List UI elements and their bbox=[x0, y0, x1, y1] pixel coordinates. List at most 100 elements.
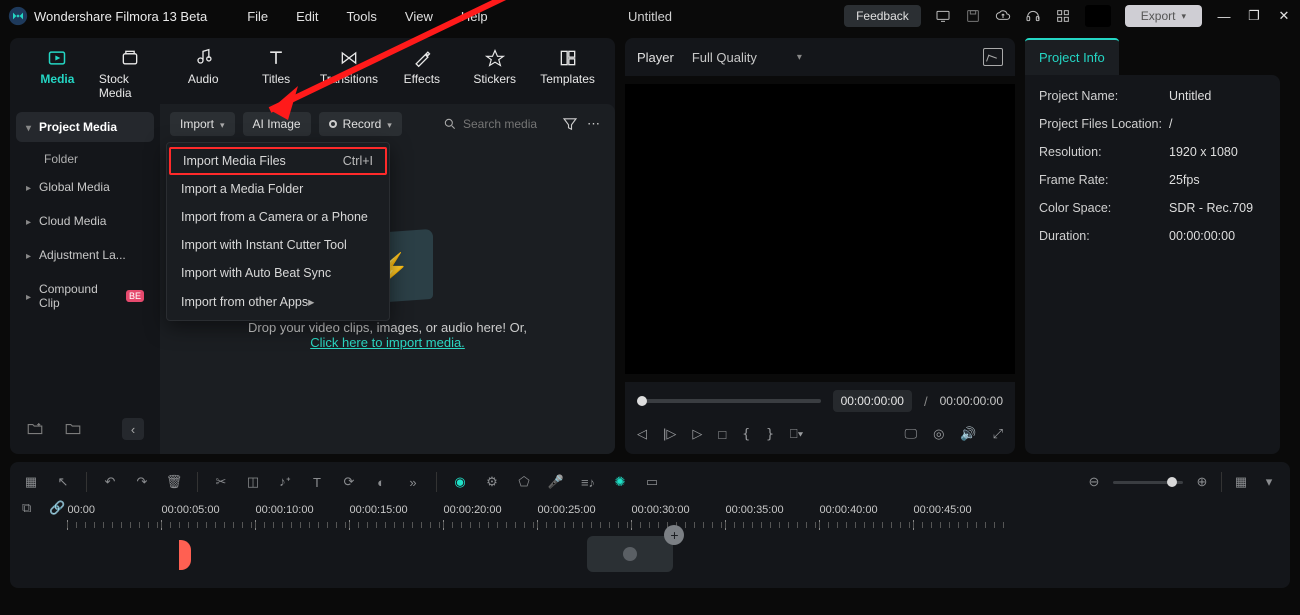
import-instant-cutter-item[interactable]: Import with Instant Cutter Tool bbox=[167, 231, 389, 259]
zoom-slider[interactable] bbox=[1113, 481, 1183, 484]
fullscreen-icon[interactable]: ⤢ bbox=[993, 426, 1003, 442]
ratio-icon[interactable]: ▭ bbox=[643, 474, 661, 490]
zoom-out-icon[interactable]: ⊖ bbox=[1085, 474, 1103, 490]
play-icon[interactable]: ▷ bbox=[692, 426, 702, 442]
cloud-upload-icon[interactable] bbox=[995, 8, 1011, 24]
marker-shield-icon[interactable]: ⬠ bbox=[515, 474, 533, 490]
filter-icon[interactable] bbox=[561, 115, 579, 133]
import-button[interactable]: Import bbox=[170, 112, 235, 136]
track-manager-icon[interactable]: ⧉ bbox=[22, 500, 31, 516]
collapse-sidebar-button[interactable]: ‹ bbox=[122, 418, 144, 440]
apps-grid-icon[interactable] bbox=[1055, 8, 1071, 24]
sidebar-item-adjustment-layer[interactable]: Adjustment La... bbox=[16, 240, 154, 270]
import-media-files-item[interactable]: Import Media FilesCtrl+I bbox=[169, 147, 387, 175]
link-icon[interactable]: 🔗 bbox=[49, 500, 65, 516]
step-back-icon[interactable]: |▷ bbox=[663, 426, 676, 442]
split-icon[interactable]: ✂ bbox=[212, 474, 230, 490]
settings-gear-icon[interactable]: ⚙ bbox=[483, 474, 501, 490]
sidebar-item-cloud-media[interactable]: Cloud Media bbox=[16, 206, 154, 236]
crop-icon[interactable]: ◫ bbox=[244, 474, 262, 490]
stop-icon[interactable]: □ bbox=[718, 427, 726, 442]
zoom-in-icon[interactable]: ⊕ bbox=[1193, 474, 1211, 490]
ruler-tick: 00:00:30:00 bbox=[631, 504, 725, 516]
maximize-button[interactable]: ❐ bbox=[1246, 8, 1262, 24]
tab-titles[interactable]: Titles bbox=[245, 48, 308, 100]
undo-icon[interactable]: ↶ bbox=[101, 474, 119, 490]
mark-out-icon[interactable]: } bbox=[766, 427, 774, 442]
pointer-icon[interactable]: ↖ bbox=[54, 474, 72, 490]
camera-icon[interactable]: ◎ bbox=[933, 426, 944, 442]
monitor-icon[interactable] bbox=[935, 8, 951, 24]
import-media-folder-item[interactable]: Import a Media Folder bbox=[167, 175, 389, 203]
menu-view[interactable]: View bbox=[405, 9, 433, 24]
mark-in-icon[interactable]: { bbox=[742, 427, 750, 442]
info-label: Duration: bbox=[1039, 229, 1169, 243]
volume-icon[interactable]: 🔊 bbox=[960, 426, 976, 442]
ai-image-button[interactable]: AI Image bbox=[243, 112, 311, 136]
import-media-link[interactable]: Click here to import media. bbox=[310, 335, 465, 350]
menu-edit[interactable]: Edit bbox=[296, 9, 318, 24]
empty-clip-slot[interactable]: + bbox=[587, 536, 673, 572]
import-auto-beat-sync-item[interactable]: Import with Auto Beat Sync bbox=[167, 259, 389, 287]
import-camera-phone-item[interactable]: Import from a Camera or a Phone bbox=[167, 203, 389, 231]
search-media[interactable] bbox=[443, 117, 553, 131]
playhead-handle-icon[interactable] bbox=[179, 540, 191, 570]
tab-audio[interactable]: Audio bbox=[172, 48, 235, 100]
tab-stock-media[interactable]: Stock Media bbox=[99, 48, 162, 100]
layout-icon[interactable]: ▦ bbox=[22, 474, 40, 490]
tab-templates[interactable]: Templates bbox=[536, 48, 599, 100]
seek-bar[interactable] bbox=[637, 399, 821, 403]
record-button[interactable]: Record bbox=[319, 112, 402, 136]
display-icon[interactable]: 🖵 bbox=[905, 426, 918, 442]
close-button[interactable]: ✕ bbox=[1276, 8, 1292, 24]
info-value: Untitled bbox=[1169, 89, 1211, 103]
aspect-icon[interactable]: ⎕▾ bbox=[790, 426, 803, 442]
beat-icon[interactable]: ✺ bbox=[611, 474, 629, 490]
chevron-down-icon bbox=[26, 120, 31, 134]
project-info-tab[interactable]: Project Info bbox=[1025, 38, 1119, 75]
view-options-icon[interactable]: ▾ bbox=[1260, 474, 1278, 490]
player-header: Player Full Quality bbox=[625, 38, 1015, 76]
minimize-button[interactable]: — bbox=[1216, 8, 1232, 24]
audio-detach-icon[interactable]: ♪ᐩ bbox=[276, 474, 294, 490]
search-input[interactable] bbox=[463, 117, 553, 131]
more-icon[interactable]: ⋯ bbox=[587, 116, 605, 132]
tab-stickers[interactable]: Stickers bbox=[463, 48, 526, 100]
tab-effects[interactable]: Effects bbox=[390, 48, 453, 100]
sidebar-item-global-media[interactable]: Global Media bbox=[16, 172, 154, 202]
color-icon[interactable]: ◐ bbox=[372, 475, 390, 490]
snapshot-icon[interactable] bbox=[983, 48, 1003, 66]
menu-help[interactable]: Help bbox=[461, 9, 488, 24]
new-folder-icon[interactable] bbox=[26, 420, 44, 438]
feedback-button[interactable]: Feedback bbox=[844, 5, 921, 27]
sidebar-sub-folder[interactable]: Folder bbox=[16, 146, 154, 172]
timeline-track[interactable]: + bbox=[177, 536, 1280, 576]
tab-media[interactable]: Media bbox=[26, 48, 89, 100]
redo-icon[interactable]: ↷ bbox=[133, 474, 151, 490]
folder-icon[interactable] bbox=[64, 420, 82, 438]
add-clip-button[interactable]: + bbox=[664, 525, 684, 545]
prev-keyframe-icon[interactable]: ◁ bbox=[637, 426, 647, 442]
grid-view-icon[interactable]: ▦ bbox=[1232, 474, 1250, 490]
menu-file[interactable]: File bbox=[247, 9, 268, 24]
save-icon[interactable] bbox=[965, 8, 981, 24]
export-button[interactable]: Export▾ bbox=[1125, 5, 1202, 27]
player-quality-select[interactable]: Full Quality bbox=[692, 50, 802, 65]
text-icon[interactable]: T bbox=[308, 475, 326, 490]
sidebar-item-compound-clip[interactable]: Compound ClipBE bbox=[16, 274, 154, 318]
player-tab[interactable]: Player bbox=[637, 50, 674, 65]
menu-tools[interactable]: Tools bbox=[347, 9, 377, 24]
mixer-icon[interactable]: ≡♪ bbox=[579, 475, 597, 490]
ai-tool-icon[interactable]: ◉ bbox=[451, 474, 469, 490]
sidebar-item-project-media[interactable]: Project Media bbox=[16, 112, 154, 142]
mic-icon[interactable]: 🎤 bbox=[547, 474, 565, 490]
time-separator: / bbox=[924, 394, 928, 409]
speed-icon[interactable]: ⟳ bbox=[340, 474, 358, 490]
tab-transitions[interactable]: Transitions bbox=[318, 48, 381, 100]
more-tools-icon[interactable]: » bbox=[404, 475, 422, 490]
account-avatar[interactable] bbox=[1085, 5, 1111, 27]
headset-icon[interactable] bbox=[1025, 8, 1041, 24]
delete-icon[interactable]: 🗑 bbox=[165, 474, 183, 490]
import-other-apps-item[interactable]: Import from other Apps bbox=[167, 287, 389, 316]
info-label: Color Space: bbox=[1039, 201, 1169, 215]
